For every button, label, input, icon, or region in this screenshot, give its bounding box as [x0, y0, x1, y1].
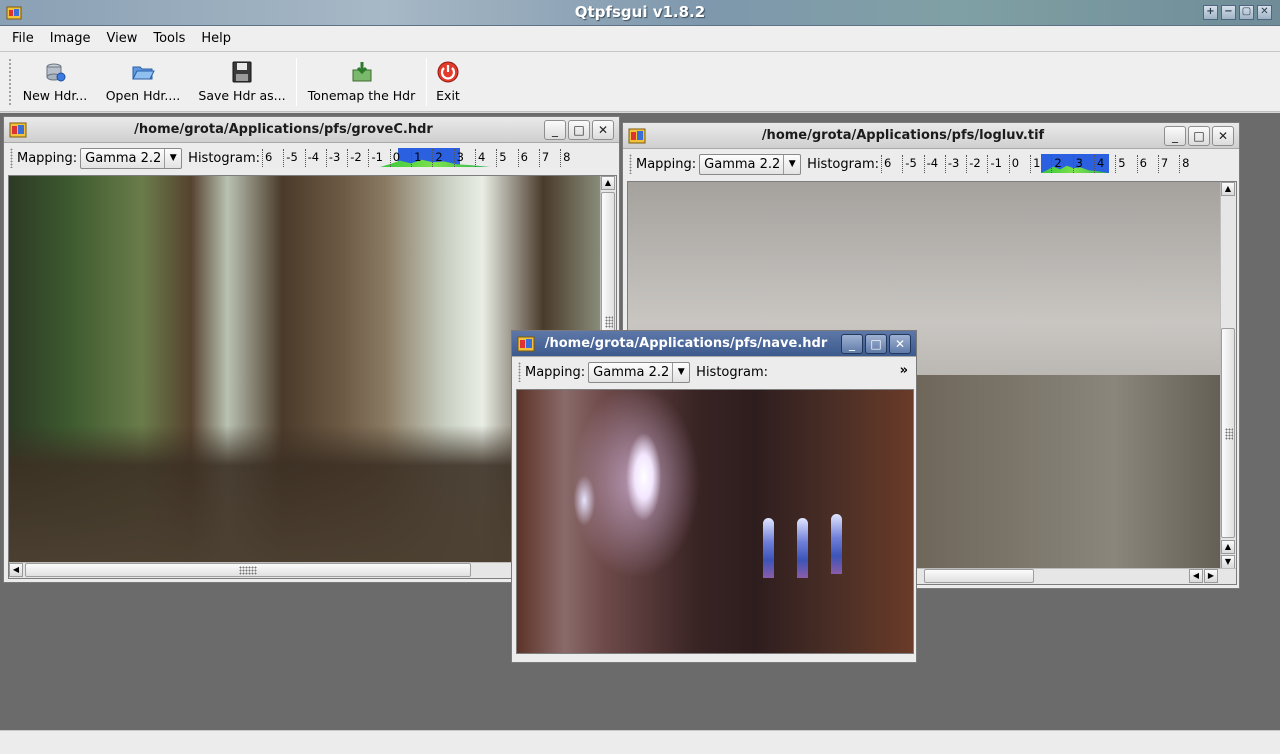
maximize-button[interactable]: □	[1188, 126, 1210, 146]
menubar: File Image View Tools Help	[0, 26, 1280, 52]
scroll-down-button[interactable]: ▼	[1221, 555, 1235, 569]
scroll-up-button[interactable]: ▲	[1221, 182, 1235, 196]
floppy-disk-icon	[232, 61, 252, 83]
tonemap-button[interactable]: Tonemap the Hdr	[304, 58, 419, 108]
maximize-button[interactable]: ▢	[1239, 5, 1254, 20]
minimize-button[interactable]: _	[1164, 126, 1186, 146]
histogram[interactable]: 6 -5 -4 -3 -2 -1 0 1 2 3 4 5 6 7 8	[262, 147, 582, 169]
open-folder-icon	[132, 66, 155, 80]
scroll-up-button[interactable]: ▲	[601, 176, 615, 190]
main-titlebar: Qtpfsgui v1.8.2 + − ▢ ✕	[0, 0, 1280, 26]
menu-tools[interactable]: Tools	[145, 31, 193, 46]
document-icon	[517, 336, 535, 352]
document-icon	[628, 128, 646, 144]
minimize-button[interactable]: _	[544, 120, 566, 140]
power-icon	[437, 61, 459, 83]
subwindow-titlebar[interactable]: /home/grota/Applications/pfs/logluv.tif …	[623, 123, 1239, 149]
mapping-label: Mapping:	[636, 156, 697, 172]
mapping-label: Mapping:	[525, 364, 586, 380]
mapping-select[interactable]: Gamma 2.2 ▼	[699, 153, 802, 175]
mapping-select[interactable]: Gamma 2.2 ▼	[588, 361, 691, 383]
mapping-toolbar: Mapping: Gamma 2.2 ▼ Histogram: »	[512, 358, 916, 386]
new-hdr-icon	[46, 63, 66, 82]
histogram-ticks: 6 -5 -4 -3 -2 -1 0 1 2 3 4 5 6 7 8	[881, 155, 1200, 173]
exit-label: Exit	[436, 88, 460, 103]
mapping-toolbar: Mapping: Gamma 2.2 ▼ Histogram: 6 -5 -4 -3-…	[4, 144, 619, 172]
toolbar-grip[interactable]	[8, 58, 12, 106]
toolbar-grip[interactable]	[10, 148, 13, 168]
toolbar-separator	[426, 58, 427, 106]
scroll-right-button[interactable]: ▶	[1204, 569, 1218, 583]
document-icon	[9, 122, 27, 138]
save-hdr-button[interactable]: Save Hdr as...	[195, 58, 289, 108]
histogram-label: Histogram:	[807, 156, 879, 172]
minimize-button[interactable]: _	[841, 334, 863, 354]
subwindow-title: /home/grota/Applications/pfs/nave.hdr	[544, 336, 828, 351]
open-hdr-button[interactable]: Open Hdr....	[101, 58, 185, 108]
main-title: Qtpfsgui v1.8.2	[574, 3, 706, 21]
menu-image[interactable]: Image	[42, 31, 99, 46]
chevron-down-icon: ▼	[164, 148, 181, 168]
menu-view[interactable]: View	[98, 31, 145, 46]
histogram-ticks: 6 -5 -4 -3 -2 -1 0 1 2 3 4 5 6 7 8	[262, 149, 581, 167]
statusbar	[0, 730, 1280, 754]
shade-button[interactable]: +	[1203, 5, 1218, 20]
close-button[interactable]: ✕	[889, 334, 911, 354]
stained-window	[763, 518, 774, 578]
scroll-up-button[interactable]: ▲	[1221, 540, 1235, 554]
vertical-scrollbar[interactable]: ▲ ▲ ▼	[1220, 182, 1236, 570]
toolbar-separator	[296, 58, 297, 106]
scroll-thumb[interactable]	[924, 569, 1034, 583]
maximize-button[interactable]: □	[865, 334, 887, 354]
menu-file[interactable]: File	[4, 31, 42, 46]
mapping-select[interactable]: Gamma 2.2 ▼	[80, 147, 183, 169]
scroll-left-button[interactable]: ◀	[9, 563, 23, 577]
mdi-workspace: /home/grota/Applications/pfs/groveC.hdr …	[0, 113, 1280, 730]
chevron-down-icon: ▼	[783, 154, 800, 174]
chevron-down-icon: ▼	[672, 362, 689, 382]
histogram-label: Histogram:	[696, 364, 768, 380]
scroll-grip	[1225, 428, 1233, 440]
stained-window	[797, 518, 808, 578]
scroll-grip	[239, 566, 257, 575]
toolbar-grip[interactable]	[629, 154, 632, 174]
menu-help[interactable]: Help	[193, 31, 239, 46]
scroll-left-button[interactable]: ◀	[1189, 569, 1203, 583]
subwindow-title: /home/grota/Applications/pfs/logluv.tif	[761, 128, 1045, 143]
minimize-button[interactable]: −	[1221, 5, 1236, 20]
toolbar-grip[interactable]	[518, 362, 521, 382]
close-button[interactable]: ✕	[1257, 5, 1272, 20]
toolbar-extension-button[interactable]: »	[900, 363, 908, 378]
toolbar: New Hdr... Open Hdr.... Save Hdr as... T…	[0, 52, 1280, 112]
tonemap-icon	[352, 62, 371, 82]
scroll-grip	[605, 316, 613, 328]
close-button[interactable]: ✕	[1212, 126, 1234, 146]
histogram[interactable]: 6 -5 -4 -3 -2 -1 0 1 2 3 4 5 6 7 8	[881, 153, 1201, 175]
tonemap-label: Tonemap the Hdr	[307, 88, 416, 103]
new-hdr-button[interactable]: New Hdr...	[18, 58, 92, 108]
close-button[interactable]: ✕	[592, 120, 614, 140]
histogram-label: Histogram:	[188, 150, 260, 166]
exit-button[interactable]: Exit	[432, 58, 464, 108]
hdr-image-nave	[517, 390, 913, 653]
mapping-label: Mapping:	[17, 150, 78, 166]
image-viewport[interactable]	[516, 389, 914, 654]
maximize-button[interactable]: □	[568, 120, 590, 140]
subwindow-nave[interactable]: /home/grota/Applications/pfs/nave.hdr _ …	[511, 330, 917, 663]
subwindow-titlebar[interactable]: /home/grota/Applications/pfs/nave.hdr _ …	[512, 331, 916, 357]
subwindow-titlebar[interactable]: /home/grota/Applications/pfs/groveC.hdr …	[4, 117, 619, 143]
subwindow-title: /home/grota/Applications/pfs/groveC.hdr	[134, 122, 433, 137]
stained-window	[831, 514, 842, 574]
new-hdr-label: New Hdr...	[22, 88, 88, 103]
open-hdr-label: Open Hdr....	[105, 88, 181, 103]
save-hdr-label: Save Hdr as...	[198, 88, 286, 103]
mapping-toolbar: Mapping: Gamma 2.2 ▼ Histogram: 6 -5 -4 -3-…	[623, 150, 1239, 178]
